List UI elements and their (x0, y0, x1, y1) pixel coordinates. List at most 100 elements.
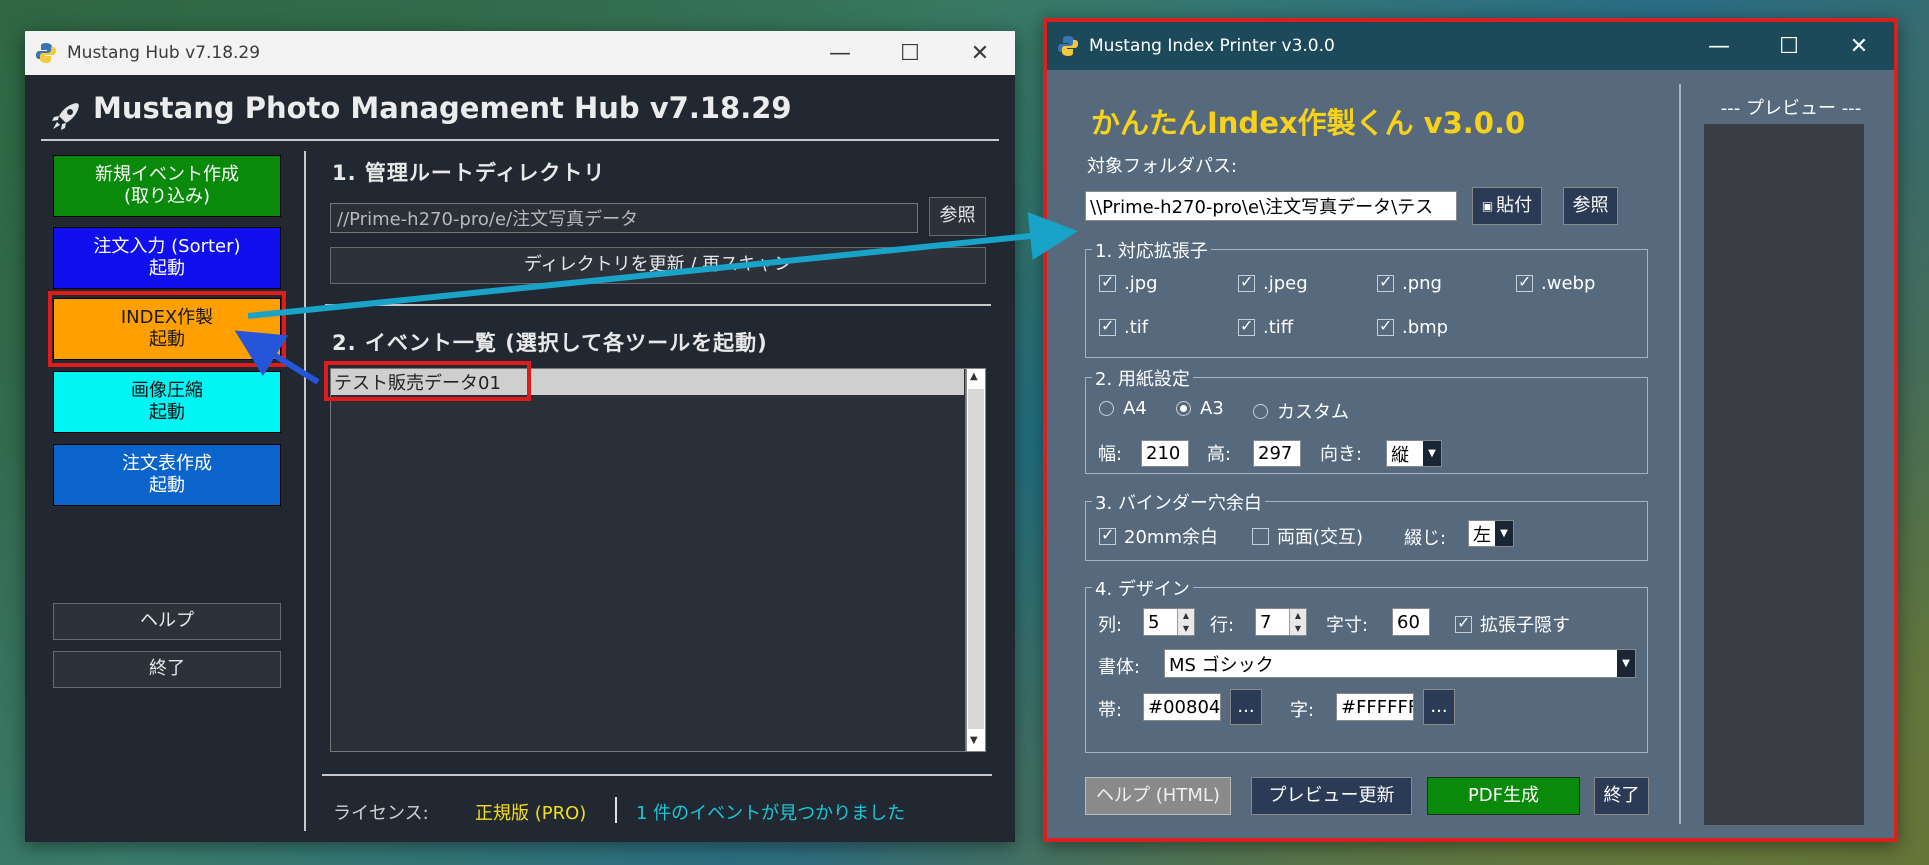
checkbox-icon (1099, 316, 1116, 336)
design-group: 4. デザイン 列: 5 ▲▼ 行: 7 ▲▼ 字寸: 60 拡張子隠す 書体:… (1085, 575, 1648, 753)
new-event-button[interactable]: 新規イベント作成 (取り込み) (53, 155, 281, 217)
ext-label: .tif (1124, 317, 1149, 338)
paper-custom-radio[interactable]: カスタム (1253, 398, 1349, 424)
help-button[interactable]: ヘルプ (53, 603, 281, 640)
margin-20mm-checkbox[interactable]: 20mm余白 (1099, 523, 1218, 549)
help-html-button[interactable]: ヘルプ (HTML) (1085, 777, 1231, 815)
font-face-select[interactable]: MS ゴシック ▼ (1164, 649, 1636, 678)
scroll-thumb[interactable] (968, 389, 984, 729)
maximize-button[interactable]: ☐ (875, 31, 945, 75)
font-size-input[interactable]: 60 (1392, 608, 1430, 636)
font-face-label: 書体: (1098, 657, 1141, 678)
bind-side-label: 綴じ: (1404, 528, 1447, 549)
ext-label: .jpg (1124, 273, 1158, 294)
band-color-picker-button[interactable]: ... (1230, 689, 1262, 725)
ext-jpg-checkbox[interactable]: .jpg (1099, 272, 1158, 294)
footer-divider (322, 774, 992, 776)
printer-exit-button[interactable]: 終了 (1594, 777, 1649, 815)
exit-button[interactable]: 終了 (53, 651, 281, 688)
order-sheet-button[interactable]: 注文表作成 起動 (53, 444, 281, 506)
columns-value: 5 (1148, 611, 1160, 633)
hide-extension-checkbox[interactable]: 拡張子隠す (1455, 611, 1570, 637)
heading-divider (41, 139, 999, 141)
status-separator (615, 797, 617, 823)
binder-group: 3. バインダー穴余白 20mm余白 両面(交互) 綴じ: 左 ▼ (1085, 489, 1648, 561)
preview-update-button[interactable]: プレビュー更新 (1251, 777, 1412, 815)
scroll-up-icon[interactable]: ▲ (970, 371, 978, 382)
folder-browse-button[interactable]: 参照 (1563, 187, 1618, 225)
radio-label: カスタム (1277, 402, 1349, 423)
refresh-directory-button[interactable]: ディレクトリを更新 / 再スキャン (330, 247, 986, 284)
printer-titlebar: Mustang Index Printer v3.0.0 — ☐ ✕ (1047, 22, 1894, 70)
paper-a4-radio[interactable]: A4 (1099, 398, 1147, 419)
radio-icon (1253, 403, 1268, 419)
font-size-label: 字寸: (1326, 615, 1369, 636)
dropdown-arrow-icon: ▼ (1617, 650, 1635, 677)
root-path-input[interactable]: //Prime-h270-pro/e/注文写真データ (330, 203, 918, 233)
sidebar-divider (304, 151, 306, 831)
spinner-arrows-icon[interactable]: ▲ ▼ (1177, 609, 1194, 635)
hub-titlebar: Mustang Hub v7.18.29 — ☐ ✕ (25, 31, 1015, 75)
image-compress-button[interactable]: 画像圧縮 起動 (53, 371, 281, 433)
text-color-picker-button[interactable]: ... (1423, 689, 1455, 725)
license-value: 正規版 (PRO) (475, 803, 587, 824)
scroll-down-icon[interactable]: ▼ (970, 735, 978, 746)
index-create-button[interactable]: INDEX作製 起動 (53, 298, 281, 360)
ext-png-checkbox[interactable]: .png (1377, 272, 1442, 294)
event-list[interactable]: テスト販売データ01 (330, 368, 966, 752)
extensions-group: 1. 対応拡張子 .jpg .jpeg .png .webp .tif .tif… (1085, 237, 1648, 358)
paste-button[interactable]: ▣ 貼付 (1472, 187, 1542, 225)
checkbox-icon (1516, 272, 1533, 292)
preview-divider (1679, 84, 1681, 824)
spinner-arrows-icon[interactable]: ▲ ▼ (1289, 609, 1306, 635)
paste-label: 貼付 (1496, 194, 1533, 216)
python-icon (36, 43, 56, 63)
minimize-button[interactable]: — (1684, 22, 1754, 70)
radio-icon (1176, 401, 1191, 416)
app-heading: Mustang Photo Management Hub v7.18.29 (93, 91, 792, 125)
bind-side-select[interactable]: 左 ▼ (1468, 520, 1514, 547)
band-color-input[interactable]: #008040 (1143, 693, 1221, 721)
folder-path-input[interactable]: \\Prime-h270-pro\e\注文写真データ\テス (1085, 191, 1457, 221)
checkbox-icon (1377, 316, 1394, 336)
pdf-generate-button[interactable]: PDF生成 (1427, 777, 1580, 815)
columns-spinbox[interactable]: 5 ▲ ▼ (1143, 608, 1195, 636)
order-input-sorter-button[interactable]: 注文入力 (Sorter) 起動 (53, 227, 281, 289)
columns-label: 列: (1098, 615, 1123, 636)
checkbox-icon (1238, 272, 1255, 292)
height-input[interactable]: 297 (1253, 440, 1301, 467)
rows-label: 行: (1210, 615, 1235, 636)
ext-jpeg-checkbox[interactable]: .jpeg (1238, 272, 1308, 294)
checkbox-icon (1377, 272, 1394, 292)
ext-label: .webp (1541, 273, 1596, 294)
ext-tiff-checkbox[interactable]: .tiff (1238, 316, 1294, 338)
dropdown-arrow-icon: ▼ (1495, 521, 1513, 546)
section-divider (325, 304, 991, 306)
rows-spinbox[interactable]: 7 ▲ ▼ (1255, 608, 1307, 636)
extensions-group-label: 1. 対応拡張子 (1092, 237, 1211, 263)
duplex-checkbox[interactable]: 両面(交互) (1252, 523, 1363, 549)
duplex-label: 両面(交互) (1277, 527, 1364, 548)
event-list-scrollbar[interactable]: ▲ ▼ (966, 368, 986, 752)
close-button[interactable]: ✕ (1824, 22, 1894, 70)
maximize-button[interactable]: ☐ (1754, 22, 1824, 70)
band-color-label: 帯: (1098, 700, 1123, 721)
bind-side-value: 左 (1473, 524, 1491, 546)
paper-group: 2. 用紙設定 A4 A3 カスタム 幅: 210 高: 297 向き: 縦 ▼ (1085, 365, 1648, 474)
ext-label: .tiff (1263, 317, 1294, 338)
root-browse-button[interactable]: 参照 (929, 197, 986, 236)
font-face-value: MS ゴシック (1169, 654, 1274, 676)
checkbox-icon (1099, 272, 1116, 292)
close-button[interactable]: ✕ (945, 31, 1015, 75)
minimize-button[interactable]: — (805, 31, 875, 75)
hide-extension-label: 拡張子隠す (1480, 615, 1570, 636)
orientation-select[interactable]: 縦 ▼ (1386, 440, 1442, 467)
width-input[interactable]: 210 (1141, 440, 1189, 467)
orientation-label: 向き: (1320, 444, 1363, 465)
ext-tif-checkbox[interactable]: .tif (1099, 316, 1149, 338)
ext-bmp-checkbox[interactable]: .bmp (1377, 316, 1448, 338)
ext-webp-checkbox[interactable]: .webp (1516, 272, 1596, 294)
paper-a3-radio[interactable]: A3 (1176, 398, 1224, 419)
text-color-input[interactable]: #FFFFFF (1336, 693, 1414, 721)
checkbox-icon (1252, 527, 1269, 545)
